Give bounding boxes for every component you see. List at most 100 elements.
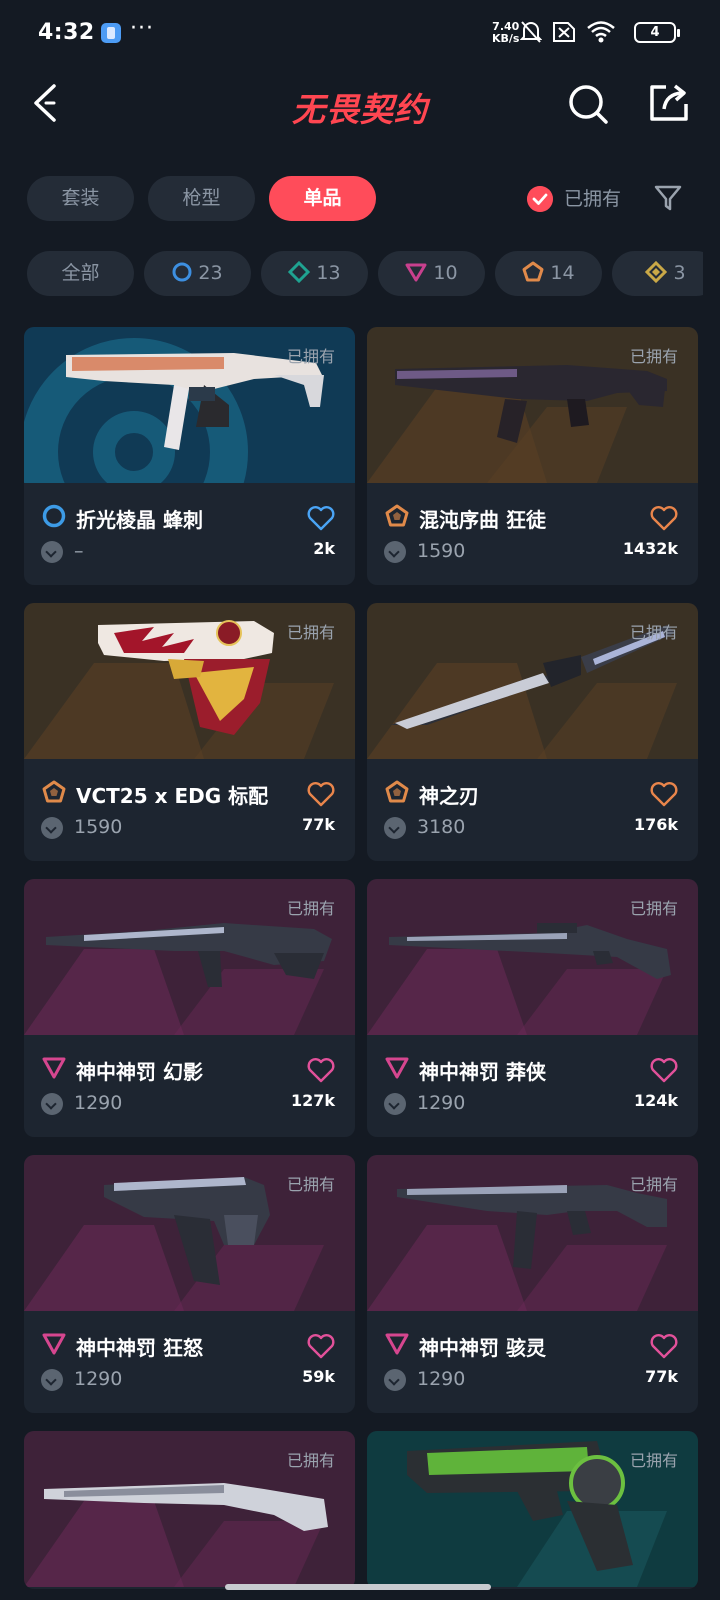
select-tier-icon xyxy=(42,504,66,528)
skin-price: 1290 xyxy=(74,1368,123,1390)
chip-premium-tier[interactable]: 10 xyxy=(378,251,485,296)
exclusive-tier-icon xyxy=(42,780,66,803)
skin-name: 折光棱晶 蜂刺 xyxy=(76,508,203,532)
skin-name: 神中神罚 莽侠 xyxy=(419,1060,546,1084)
heart-icon[interactable] xyxy=(307,781,335,807)
valorant-points-icon xyxy=(384,817,406,839)
owned-tag: 已拥有 xyxy=(629,1451,678,1470)
valorant-points-icon xyxy=(384,1369,406,1391)
skin-image: 已拥有 xyxy=(24,603,355,759)
heart-icon[interactable] xyxy=(307,505,335,531)
skin-price: 1290 xyxy=(417,1092,466,1114)
chip-label: 3 xyxy=(673,262,686,284)
valorant-points-icon xyxy=(384,1093,406,1115)
owned-tag: 已拥有 xyxy=(629,899,678,918)
skin-card[interactable]: 已拥有 神中神罚 莽侠 1290 124k xyxy=(367,879,698,1137)
skin-image: 已拥有 xyxy=(367,1431,698,1587)
exclusive-tier-icon xyxy=(385,780,409,803)
chip-label: 10 xyxy=(433,262,458,284)
skin-name: 混沌序曲 狂徒 xyxy=(419,508,546,532)
heart-icon[interactable] xyxy=(650,1057,678,1083)
app-badge-icon xyxy=(101,23,121,43)
chip-label: 23 xyxy=(198,262,223,284)
like-count: 124k xyxy=(633,1091,678,1110)
skin-image: 已拥有 xyxy=(24,1431,355,1587)
status-bar: 4:32 ··· 7.40 KB/s 4 xyxy=(0,0,720,66)
skin-price: 1590 xyxy=(417,540,466,562)
owned-tag: 已拥有 xyxy=(629,347,678,366)
valorant-points-icon xyxy=(41,1369,63,1391)
skin-price: 1290 xyxy=(417,1368,466,1390)
skin-card[interactable]: 已拥有 神中神罚 幻影 1290 127k xyxy=(24,879,355,1137)
valorant-points-icon xyxy=(384,541,406,563)
skin-card[interactable]: 已拥有 神中神罚 骇灵 1290 77k xyxy=(367,1155,698,1413)
owned-tag: 已拥有 xyxy=(286,1451,335,1470)
skin-card[interactable]: 已拥有 xyxy=(367,1431,698,1589)
heart-icon[interactable] xyxy=(650,1333,678,1359)
premium-tier-icon xyxy=(385,1333,409,1355)
heart-icon[interactable] xyxy=(650,781,678,807)
tab-bundle[interactable]: 套装 xyxy=(27,176,134,221)
skin-card[interactable]: 已拥有 xyxy=(24,1431,355,1589)
chip-exclusive-tier[interactable]: 14 xyxy=(495,251,602,296)
chip-label: 14 xyxy=(550,262,575,284)
skin-name: 神之刃 xyxy=(419,784,479,808)
skin-image: 已拥有 xyxy=(24,879,355,1035)
like-count: 59k xyxy=(302,1367,335,1386)
ultra-tier-icon xyxy=(645,260,668,283)
skin-name: 神中神罚 骇灵 xyxy=(419,1336,546,1360)
owned-tag: 已拥有 xyxy=(286,1175,335,1194)
owned-tag: 已拥有 xyxy=(629,1175,678,1194)
chip-all[interactable]: 全部 xyxy=(27,251,134,296)
valorant-points-icon xyxy=(41,1093,63,1115)
header: 无畏契约 xyxy=(0,66,720,142)
like-count: 77k xyxy=(302,815,335,834)
heart-icon[interactable] xyxy=(307,1333,335,1359)
heart-icon[interactable] xyxy=(650,505,678,531)
like-count: 77k xyxy=(645,1367,678,1386)
chip-ultra-tier[interactable]: 3 xyxy=(612,251,703,296)
skin-image: 已拥有 xyxy=(367,879,698,1035)
owned-tag: 已拥有 xyxy=(286,899,335,918)
more-dots-icon: ··· xyxy=(130,16,154,41)
page-title: 无畏契约 xyxy=(292,90,428,129)
skin-price: – xyxy=(74,540,84,562)
skin-image: 已拥有 xyxy=(367,1155,698,1311)
network-speed: 7.40 KB/s xyxy=(492,20,520,45)
skin-price: 1590 xyxy=(74,816,123,838)
skin-card[interactable]: 已拥有 VCT25 x EDG 标配 1590 77k xyxy=(24,603,355,861)
rarity-chips: 全部 23 13 10 14 3 xyxy=(27,251,703,298)
chip-label: 13 xyxy=(316,262,341,284)
heart-icon[interactable] xyxy=(307,1057,335,1083)
search-icon[interactable] xyxy=(566,82,610,126)
skin-card[interactable]: 已拥有 神之刃 3180 176k xyxy=(367,603,698,861)
skin-image: 已拥有 xyxy=(24,1155,355,1311)
premium-tier-icon xyxy=(42,1333,66,1355)
like-count: 2k xyxy=(313,539,335,558)
sim-off-icon xyxy=(553,22,575,42)
chip-deluxe-tier[interactable]: 13 xyxy=(261,251,368,296)
skin-image: 已拥有 xyxy=(24,327,355,483)
skin-card[interactable]: 已拥有 混沌序曲 狂徒 1590 1432k xyxy=(367,327,698,585)
skin-price: 3180 xyxy=(417,816,466,838)
skin-card[interactable]: 已拥有 折光棱晶 蜂刺 – 2k xyxy=(24,327,355,585)
valorant-points-icon xyxy=(41,817,63,839)
owned-tag: 已拥有 xyxy=(629,623,678,642)
skin-name: 神中神罚 狂怒 xyxy=(76,1336,203,1360)
select-tier-icon xyxy=(172,262,192,281)
skin-name: VCT25 x EDG 标配 xyxy=(76,784,269,808)
skin-card[interactable]: 已拥有 神中神罚 狂怒 1290 59k xyxy=(24,1155,355,1413)
filter-funnel-icon[interactable] xyxy=(653,183,683,213)
premium-tier-icon xyxy=(405,263,427,281)
skin-image: 已拥有 xyxy=(367,327,698,483)
home-indicator[interactable] xyxy=(225,1584,491,1590)
share-icon[interactable] xyxy=(648,82,690,124)
deluxe-tier-icon xyxy=(288,260,311,283)
like-count: 176k xyxy=(633,815,678,834)
tab-single-item[interactable]: 单品 xyxy=(269,176,376,221)
premium-tier-icon xyxy=(385,1057,409,1079)
chip-select-tier[interactable]: 23 xyxy=(144,251,251,296)
battery-icon: 4 xyxy=(634,22,680,43)
valorant-points-icon xyxy=(41,541,63,563)
tab-weapon-type[interactable]: 枪型 xyxy=(148,176,255,221)
